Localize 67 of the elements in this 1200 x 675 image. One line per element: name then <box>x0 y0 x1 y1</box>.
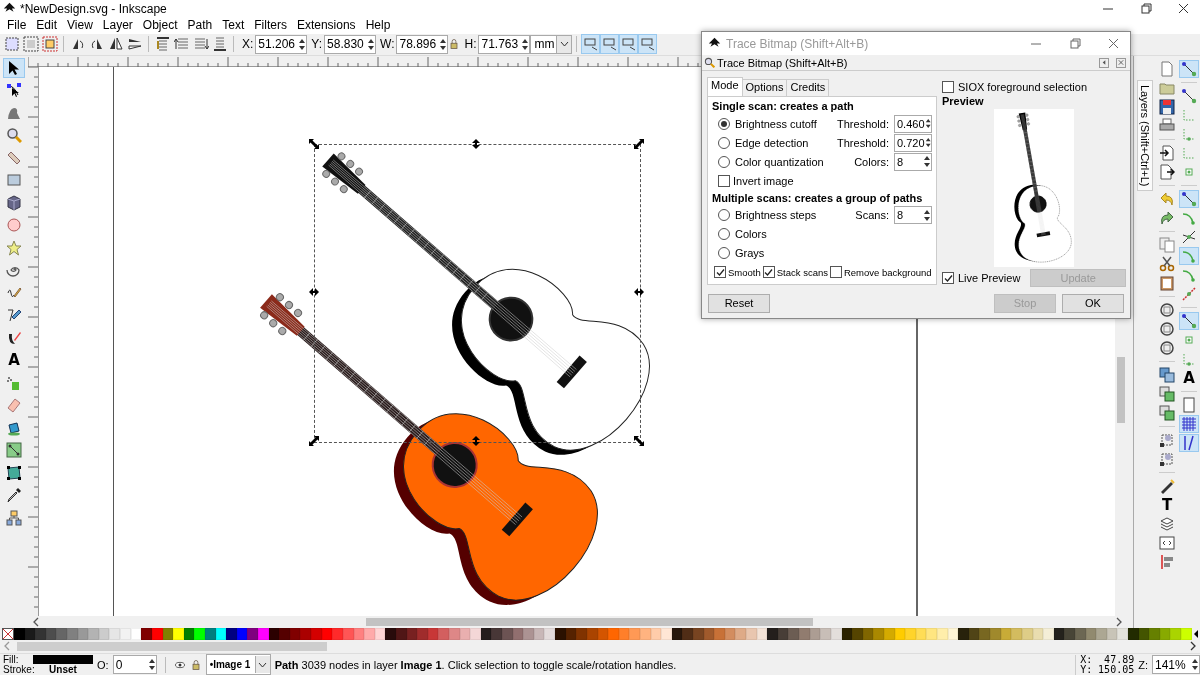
field-label: Threshold: <box>837 136 889 149</box>
section-heading: Single scan: creates a path <box>712 99 855 114</box>
menu-item[interactable]: Text <box>217 17 250 34</box>
number-field[interactable]: 8 <box>894 152 932 171</box>
dialog-title: Trace Bitmap (Shift+Alt+B) <box>726 36 870 51</box>
number-field[interactable]: 58.830 <box>324 34 377 54</box>
number-field[interactable]: 8 <box>894 206 932 225</box>
text-tool[interactable]: A <box>3 350 25 371</box>
panel-title: Trace Bitmap (Shift+Alt+B) <box>717 56 849 69</box>
tab[interactable]: Options <box>741 79 788 96</box>
status-message: Path 3039 nodes in layer Image 1. Click selection to toggle scale/rotation handles. <box>274 658 678 671</box>
checkbox-label: Live Preview <box>958 272 1021 284</box>
checkbox-label: Remove background <box>843 266 932 278</box>
field-label: Y: <box>311 37 323 52</box>
snap-text-toggle[interactable]: A <box>1179 368 1199 387</box>
fill-label: Fill: <box>3 654 20 665</box>
field-label: H: <box>464 37 477 52</box>
number-field[interactable]: 71.763 <box>478 34 531 54</box>
dock-tab[interactable]: Layers (Shift+Ctrl+L) <box>1137 79 1153 192</box>
menu-item[interactable]: Object <box>137 17 183 34</box>
unit-dropdown[interactable]: mm <box>530 34 573 54</box>
menu-item[interactable]: File <box>2 17 32 34</box>
menu-item[interactable]: Help <box>360 17 396 34</box>
option-label: Edge detection <box>735 136 810 149</box>
option-label: Brightness steps <box>735 209 818 222</box>
section-heading: Multiple scans: creates a group of paths <box>712 190 924 206</box>
field-label: W: <box>380 37 395 52</box>
menu-item[interactable]: Filters <box>249 17 292 34</box>
menu-item[interactable]: Path <box>182 17 218 34</box>
option-label: Colors <box>735 228 768 241</box>
opacity-field[interactable]: 0 <box>112 655 157 674</box>
checkbox-label: Invert image <box>733 174 794 187</box>
preview-label: Preview <box>942 95 985 107</box>
checkbox-label: Stack scans <box>776 266 828 278</box>
coordinate-value: 47.89 <box>1103 654 1135 665</box>
field-label: Colors: <box>854 155 889 168</box>
text-tool[interactable]: T <box>1157 495 1177 514</box>
dialog-button[interactable]: Reset <box>708 293 770 313</box>
checkbox-label: SIOX foreground selection <box>958 81 1088 93</box>
opacity-label: O: <box>97 658 109 671</box>
coordinate-label: Y: <box>1080 664 1094 675</box>
tab[interactable]: Credits <box>786 79 830 96</box>
option-label: Color quantization <box>735 155 825 168</box>
field-label: Scans: <box>855 209 889 222</box>
menu-item[interactable]: Extensions <box>291 17 361 34</box>
field-label: X: <box>242 37 254 52</box>
number-field[interactable]: 0.720 <box>894 133 932 152</box>
field-label: Threshold: <box>837 117 889 130</box>
option-label: Brightness cutoff <box>735 117 818 130</box>
layer-dropdown[interactable]: •Image 1 <box>205 654 271 675</box>
zoom-field[interactable]: 141% <box>1152 655 1200 674</box>
menu-item[interactable]: Edit <box>31 17 63 34</box>
menu-item[interactable]: View <box>62 17 98 34</box>
zoom-label: Z: <box>1138 658 1148 671</box>
number-field[interactable]: 51.206 <box>255 34 308 54</box>
dialog-button[interactable]: OK <box>1062 293 1124 313</box>
number-field[interactable]: 78.896 <box>396 34 449 54</box>
coordinate-value: 150.05 <box>1097 664 1135 675</box>
option-label: Grays <box>735 247 766 260</box>
stroke-value: Unset <box>48 664 78 675</box>
tab[interactable]: Mode <box>707 77 743 96</box>
window-title: *NewDesign.svg - Inkscape <box>20 1 168 16</box>
number-field[interactable]: 0.460 <box>894 114 932 133</box>
checkbox-label: Smooth <box>728 266 761 278</box>
stroke-label: Stroke: <box>3 664 33 675</box>
menu-item[interactable]: Layer <box>97 17 138 34</box>
coordinate-label: X: <box>1080 654 1094 665</box>
